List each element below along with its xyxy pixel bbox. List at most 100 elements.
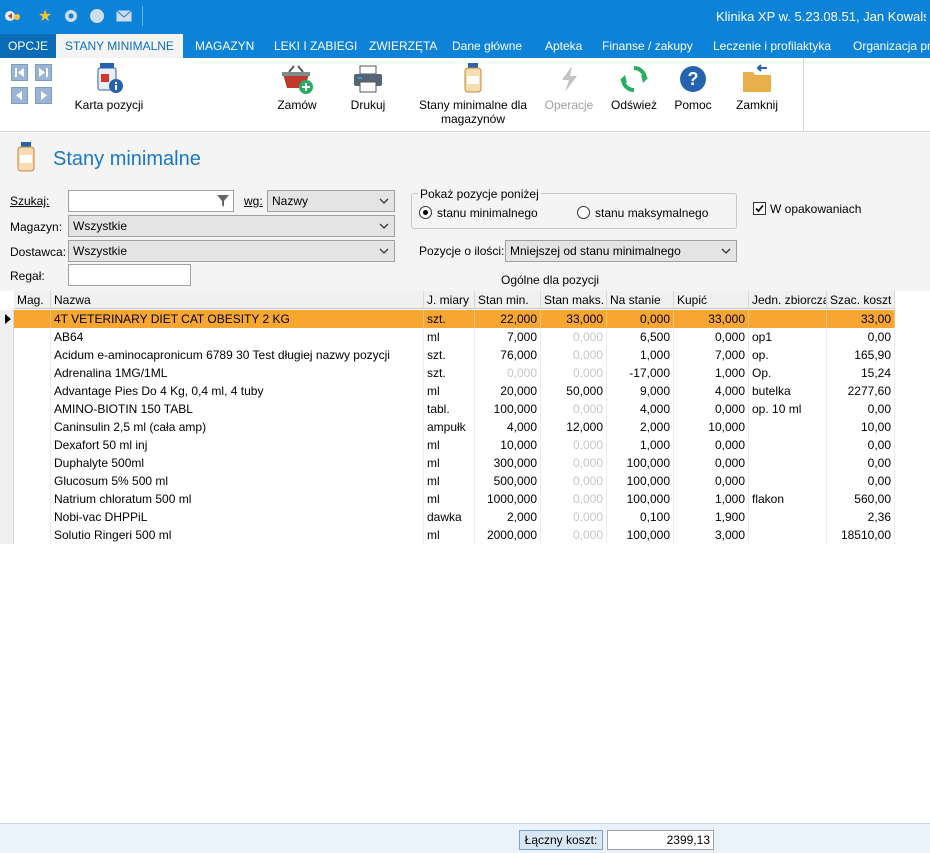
table-row[interactable]: AMINO-BIOTIN 150 TABL tabl. 100,000 0,000 4,… (0, 400, 895, 418)
w-opakowaniach-label[interactable]: W opakowaniach (770, 202, 861, 216)
table-row[interactable]: AB64 ml 7,000 0,000 6,500 0,000 op1 0,00 (0, 328, 895, 346)
row-header[interactable] (0, 418, 14, 436)
col-header-stan-maks[interactable]: Stan maks. (541, 291, 607, 309)
w-opakowaniach-checkbox[interactable] (753, 202, 766, 215)
tab-organizacja[interactable]: Organizacja pr (851, 34, 930, 58)
operacje-button[interactable]: Operacje (543, 60, 595, 112)
row-header[interactable] (0, 436, 14, 454)
dostawca-select[interactable]: Wszystkie (68, 240, 395, 262)
table-row[interactable]: Solutio Ringeri 500 ml ml 2000,000 0,000 100… (0, 526, 895, 544)
table-row[interactable]: 4T VETERINARY DIET CAT OBESITY 2 KG szt. 2… (0, 310, 895, 328)
cell-max: 0,000 (541, 328, 607, 346)
tab-stany-minimalne[interactable]: STANY MINIMALNE (56, 34, 183, 58)
radio-stan-min-label[interactable]: stanu minimalnego (437, 206, 538, 220)
row-header[interactable] (0, 382, 14, 400)
filter-icon[interactable] (217, 195, 229, 207)
cell-mag (14, 364, 51, 382)
row-header[interactable] (0, 454, 14, 472)
col-header-na-stanie[interactable]: Na stanie (607, 291, 674, 309)
zamow-button[interactable]: Zamów (273, 60, 321, 112)
mail-icon[interactable] (114, 6, 134, 26)
first-record-button[interactable] (11, 64, 28, 81)
cell-kupic: 0,000 (674, 328, 749, 346)
cell-stan: 0,100 (607, 508, 674, 526)
col-header-kupic[interactable]: Kupić (674, 291, 749, 309)
col-header-jedn-zbiorcza[interactable]: Jedn. zbiorcza (749, 291, 827, 309)
cell-nazwa: Glucosum 5% 500 ml (51, 472, 424, 490)
star-icon[interactable]: ★ (35, 6, 55, 26)
cell-koszt: 0,00 (827, 328, 895, 346)
table-row[interactable]: Dexafort 50 ml inj ml 10,000 0,000 1,000 0,00… (0, 436, 895, 454)
last-record-button[interactable] (35, 64, 52, 81)
cell-nazwa: Duphalyte 500ml (51, 454, 424, 472)
table-row[interactable]: Acidum e-aminocapronicum 6789 30 Test dł… (0, 346, 895, 364)
cell-kupic: 1,900 (674, 508, 749, 526)
table-row[interactable]: Natrium chloratum 500 ml ml 1000,000 0,000 1… (0, 490, 895, 508)
cell-jm: ml (424, 454, 475, 472)
cell-koszt: 10,00 (827, 418, 895, 436)
cell-mag (14, 472, 51, 490)
page-header: Stany minimalne (0, 133, 930, 183)
row-header[interactable] (0, 490, 14, 508)
basket-add-icon (282, 65, 313, 94)
wg-select[interactable]: Nazwy (267, 190, 395, 212)
tab-magazyn[interactable]: MAGAZYN (193, 34, 256, 58)
tab-finanse-zakupy[interactable]: Finanse / zakupy (600, 34, 695, 58)
cell-mag (14, 490, 51, 508)
karta-pozycji-button[interactable]: Karta pozycji (72, 60, 146, 112)
col-header-stan-min[interactable]: Stan min. (475, 291, 541, 309)
tab-opcje[interactable]: OPCJE (0, 34, 56, 58)
cell-jm: ml (424, 328, 475, 346)
regal-input[interactable] (68, 264, 191, 286)
cell-stan: -17,000 (607, 364, 674, 382)
radio-stan-max-label[interactable]: stanu maksymalnego (595, 206, 708, 220)
col-header-nazwa[interactable]: Nazwa (51, 291, 424, 309)
tab-dane-glowne[interactable]: Dane główne (450, 34, 524, 58)
row-header[interactable] (0, 364, 14, 382)
table-row[interactable]: Advantage Pies Do 4 Kg, 0,4 ml, 4 tuby ml… (0, 382, 895, 400)
radio-stan-max[interactable] (577, 206, 590, 219)
zamknij-button[interactable]: Zamknij (731, 60, 783, 112)
cell-max: 0,000 (541, 526, 607, 544)
stany-minimalne-dla-magazynow-button[interactable]: Stany minimalne dla magazynów (414, 60, 532, 126)
row-header[interactable] (0, 400, 14, 418)
row-header[interactable] (0, 472, 14, 490)
row-header[interactable] (0, 508, 14, 526)
table-row[interactable]: Nobi-vac DHPPiL dawka 2,000 0,000 0,100 1,900… (0, 508, 895, 526)
row-header[interactable] (0, 328, 14, 346)
search-input[interactable] (68, 190, 234, 212)
next-record-button[interactable] (35, 87, 52, 104)
tab-leczenie-i-profilaktyka[interactable]: Leczenie i profilaktyka (711, 34, 833, 58)
cell-stan: 4,000 (607, 400, 674, 418)
app-logo-icon[interactable] (3, 6, 23, 26)
drukuj-button[interactable]: Drukuj (346, 60, 390, 112)
row-header[interactable] (0, 310, 14, 328)
radio-stan-min[interactable] (419, 206, 432, 219)
tab-leki-i-zabiegi[interactable]: LEKI I ZABIEGI (272, 34, 359, 58)
magazyn-select[interactable]: Wszystkie (68, 215, 395, 237)
cell-min: 76,000 (475, 346, 541, 364)
pomoc-label: Pomoc (674, 98, 712, 112)
tab-zwierzeta[interactable]: ZWIERZĘTA (367, 34, 439, 58)
odswiez-button[interactable]: Odśwież (609, 60, 659, 112)
cell-jedn (749, 526, 827, 544)
cell-kupic: 7,000 (674, 346, 749, 364)
row-header[interactable] (0, 346, 14, 364)
circle-icon[interactable] (87, 6, 107, 26)
table-row[interactable]: Glucosum 5% 500 ml ml 500,000 0,000 100,000 0… (0, 472, 895, 490)
col-header-szac-koszt[interactable]: Szac. koszt (827, 291, 895, 309)
col-header-mag[interactable]: Mag. (14, 291, 51, 309)
gear-icon[interactable] (61, 6, 81, 26)
col-header-jm[interactable]: J. miary (424, 291, 475, 309)
laczny-koszt-button[interactable]: Łączny koszt: (519, 830, 603, 850)
tab-apteka[interactable]: Apteka (543, 34, 584, 58)
pozycje-o-ilosci-select[interactable]: Mniejszej od stanu minimalnego (505, 240, 737, 262)
ribbon: Karta pozycji Zamów Drukuj Stany minimal… (0, 58, 930, 132)
table-row[interactable]: Adrenalina 1MG/1ML szt. 0,000 0,000 -17,000 1… (0, 364, 895, 382)
prev-record-button[interactable] (11, 87, 28, 104)
table-row[interactable]: Duphalyte 500ml ml 300,000 0,000 100,000 0,00… (0, 454, 895, 472)
row-header[interactable] (0, 526, 14, 544)
pomoc-button[interactable]: ? Pomoc (671, 60, 715, 112)
table-row[interactable]: Caninsulin 2,5 ml (cała amp) ampułk 4,000 1… (0, 418, 895, 436)
quick-access-separator (142, 6, 143, 26)
